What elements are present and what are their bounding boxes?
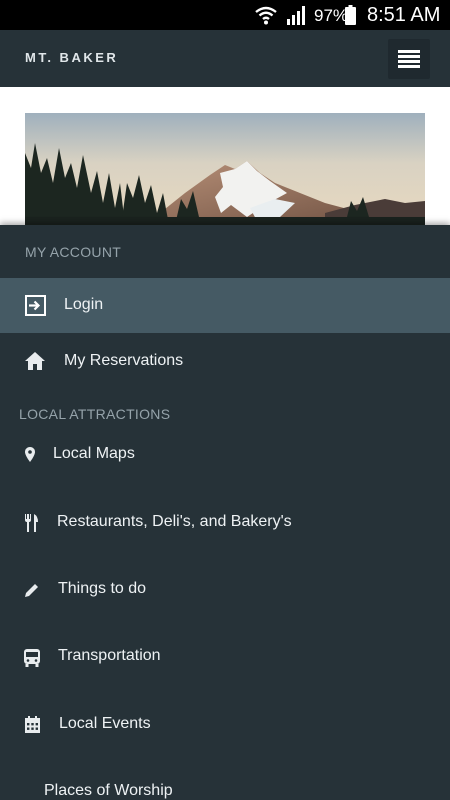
calendar-icon <box>25 716 40 733</box>
wifi-icon <box>255 6 277 25</box>
drawer-item-transportation[interactable]: Transportation <box>0 632 450 682</box>
utensils-icon <box>25 514 38 532</box>
drawer-item-label: Local Maps <box>53 445 135 462</box>
drawer-item-things-to-do[interactable]: Things to do <box>0 565 450 615</box>
map-pin-icon <box>25 447 35 462</box>
drawer-item-restaurants[interactable]: Restaurants, Deli's, and Bakery's <box>0 497 450 547</box>
section-header-my-account: MY ACCOUNT <box>25 244 122 260</box>
section-header-local-attractions: LOCAL ATTRACTIONS <box>19 406 171 422</box>
drawer-item-label: Transportation <box>58 647 161 664</box>
app-title: MT. BAKER <box>25 50 119 65</box>
drawer-item-label: Things to do <box>58 580 147 597</box>
battery-icon <box>345 5 356 25</box>
login-icon <box>25 295 46 316</box>
drawer-item-login[interactable]: Login <box>0 278 450 333</box>
bus-icon <box>24 649 40 667</box>
drawer-item-local-maps[interactable]: Local Maps <box>0 430 450 480</box>
navigation-drawer: MY ACCOUNT Login My Reservations LOCAL A… <box>0 225 450 800</box>
drawer-item-label: Local Events <box>59 715 151 732</box>
drawer-item-label: Places of Worship <box>44 782 173 799</box>
drawer-item-local-events[interactable]: Local Events <box>0 700 450 750</box>
pencil-icon <box>25 584 38 597</box>
clock: 8:51 AM <box>367 4 441 26</box>
battery-percentage: 97% <box>314 6 349 25</box>
drawer-item-places-of-worship[interactable]: Places of Worship <box>0 768 450 800</box>
app-bar: MT. BAKER <box>0 30 450 87</box>
drawer-item-label: My Reservations <box>64 352 184 369</box>
drawer-item-label: Login <box>64 296 104 313</box>
home-icon <box>25 352 45 370</box>
menu-button[interactable] <box>388 39 430 79</box>
drawer-item-my-reservations[interactable]: My Reservations <box>0 335 450 387</box>
signal-icon <box>287 6 305 25</box>
main-content <box>0 87 450 227</box>
drawer-item-label: Restaurants, Deli's, and Bakery's <box>57 513 292 530</box>
status-bar: 97% 8:51 AM <box>0 0 450 30</box>
hero-image <box>25 113 425 225</box>
